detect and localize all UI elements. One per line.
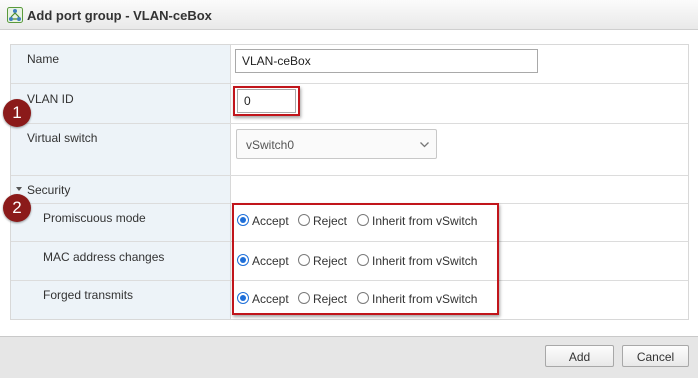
forged-transmits-label: Forged transmits: [43, 288, 134, 302]
row-divider: [11, 83, 688, 84]
security-highlight-box: [232, 203, 499, 315]
chevron-down-icon: [420, 142, 429, 148]
dialog-title-bar: Add port group - VLAN-ceBox: [0, 0, 698, 30]
virtual-switch-value: vSwitch0: [246, 138, 295, 152]
vlan-id-label: VLAN ID: [27, 92, 74, 106]
label-column: [11, 45, 231, 319]
virtual-switch-select[interactable]: vSwitch0: [236, 129, 437, 159]
security-section-label[interactable]: Security: [27, 183, 70, 197]
vlan-id-highlight-box: [233, 86, 300, 116]
mac-address-changes-label: MAC address changes: [43, 250, 165, 264]
row-divider: [11, 123, 688, 124]
virtual-switch-label: Virtual switch: [27, 131, 98, 145]
name-label: Name: [27, 52, 60, 66]
network-port-group-icon: [7, 7, 23, 23]
promiscuous-mode-label: Promiscuous mode: [43, 211, 146, 225]
dialog-title: Add port group - VLAN-ceBox: [27, 8, 212, 23]
collapse-triangle-icon[interactable]: [16, 187, 22, 191]
annotation-badge-1: 1: [3, 99, 31, 127]
add-button[interactable]: Add: [545, 345, 614, 367]
annotation-badge-2: 2: [3, 194, 31, 222]
row-divider: [11, 175, 688, 176]
dialog-footer: Add Cancel: [0, 336, 698, 378]
name-input[interactable]: [235, 49, 538, 73]
cancel-button[interactable]: Cancel: [622, 345, 689, 367]
